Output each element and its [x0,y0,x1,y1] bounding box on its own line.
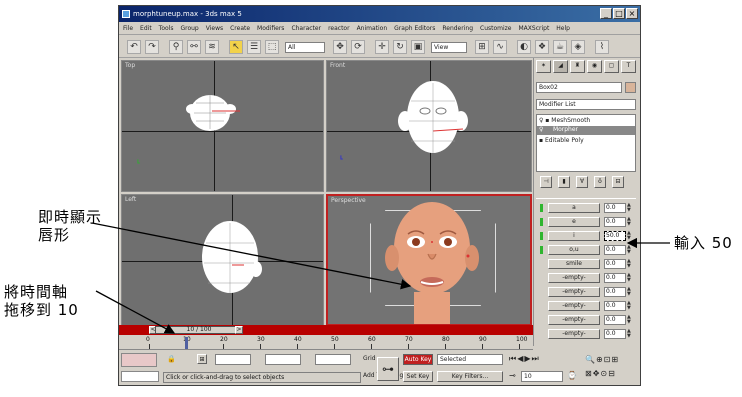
annotation-arrows [91,222,670,334]
arrow-to-time-slider [95,290,176,334]
arrow-to-mouth [91,222,412,290]
